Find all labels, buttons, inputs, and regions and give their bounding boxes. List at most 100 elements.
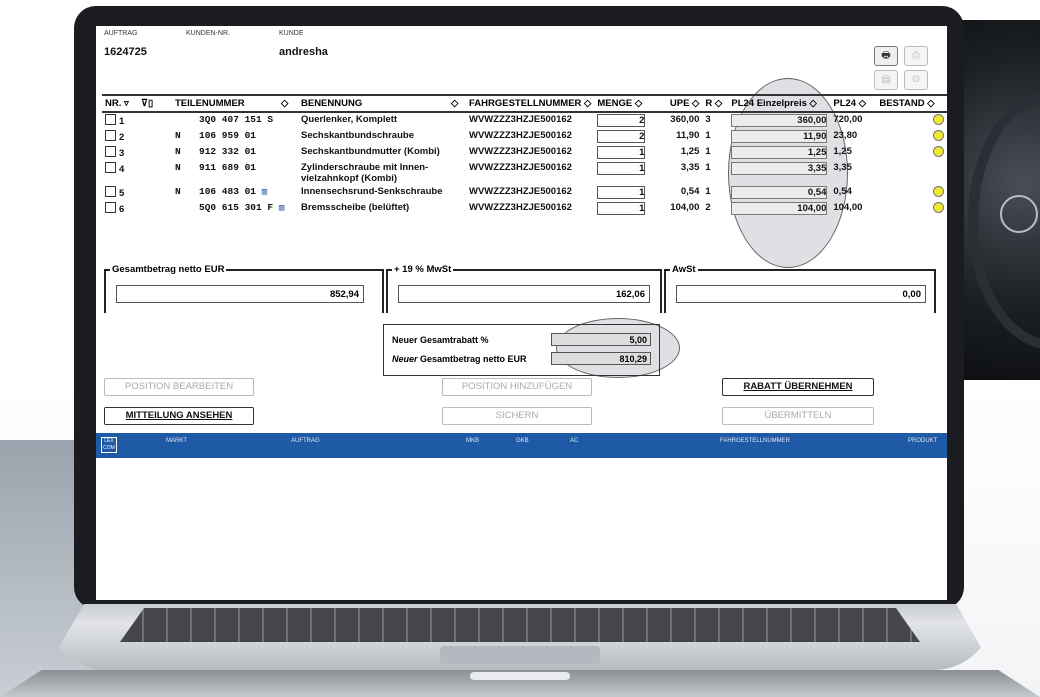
col-bestand[interactable]: BESTAND ◇ [876, 94, 947, 113]
col-pl24-einzelpreis[interactable]: PL24 Einzelpreis ◇ [728, 94, 831, 113]
toggle-icon[interactable]: ⊙ [904, 70, 928, 90]
table-row[interactable]: 2 N 106 959 01 Sechskantbundschraube WVWZZZ… [102, 129, 947, 145]
row-checkbox[interactable] [105, 146, 116, 157]
row-nr[interactable]: 4 [102, 161, 138, 185]
row-checkbox[interactable] [105, 162, 116, 173]
netto-total-field: 852,94 [116, 285, 364, 303]
row-ep-field[interactable]: 360,00 [731, 114, 828, 127]
netto-total-label: Gesamtbetrag netto EUR [110, 264, 227, 275]
col-upe[interactable]: UPE ◇ [648, 94, 703, 113]
mitteilung-ansehen-button[interactable]: MITTEILUNG ANSEHEN [104, 407, 254, 425]
row-pl24-einzelpreis[interactable]: 1,25 [728, 145, 830, 161]
row-pl24: 104,00 [833, 202, 863, 213]
row-menge-field[interactable]: 1 [597, 202, 646, 215]
stock-status-icon [933, 114, 944, 125]
rabatt-uebernehmen-button[interactable]: RABATT ÜBERNEHMEN [722, 378, 874, 396]
row-menge[interactable]: 2 [594, 129, 648, 145]
rabatt-netto-label-text: Gesamtbetrag netto EUR [417, 354, 527, 364]
row-pl24: 1,25 [833, 146, 852, 157]
row-menge[interactable]: 1 [594, 185, 648, 201]
row-ep-field[interactable]: 104,00 [731, 202, 828, 215]
row-nr[interactable]: 1 [102, 112, 138, 129]
sichern-button[interactable]: SICHERN [442, 407, 592, 425]
kunde-value: andresha [279, 46, 328, 58]
table-row[interactable]: 3 N 912 332 01 Sechskantbundmutter (Kombi)… [102, 145, 947, 161]
rabatt-prozent-field[interactable]: 5,00 [551, 333, 651, 346]
row-ep-field[interactable]: 0,54 [731, 186, 828, 199]
row-menge-field[interactable]: 2 [597, 114, 646, 127]
table-row[interactable]: 4 N 911 689 01 Zylinderschraube mit Innen-… [102, 161, 947, 185]
table-row[interactable]: 5 N 106 483 01 ▥ Innensechsrund-Senkschraub… [102, 185, 947, 201]
row-menge-field[interactable]: 1 [597, 162, 646, 175]
document-icon[interactable]: ▥ [262, 187, 267, 197]
row-nr[interactable]: 3 [102, 145, 138, 161]
row-menge[interactable]: 1 [594, 145, 648, 161]
rabatt-panel: Neuer Gesamtrabatt % 5,00 Neuer Gesamtbe… [383, 324, 660, 376]
row-teil-value: 3Q0 407 151 S [199, 114, 274, 125]
row-upe: 1,25 [680, 146, 700, 157]
row-checkbox[interactable] [105, 130, 116, 141]
col-menge[interactable]: MENGE ◇ [594, 94, 649, 113]
row-pl24-einzelpreis[interactable]: 11,90 [728, 129, 830, 145]
print-preview-icon[interactable]: ⎙ [904, 46, 928, 66]
row-ep-field[interactable]: 1,25 [731, 146, 828, 159]
position-bearbeiten-button[interactable]: POSITION BEARBEITEN [104, 378, 254, 396]
row-pl24-einzelpreis[interactable]: 0,54 [728, 185, 830, 201]
col-nr[interactable]: NR. ▿ [102, 94, 138, 113]
col-filter[interactable]: ⊽▯ [138, 94, 172, 113]
row-teilenummer: 5Q0 615 301 F ▥ [172, 201, 298, 217]
row-fahrgestell: WVWZZZ3HZJE500162 [469, 130, 572, 141]
row-pl24-einzelpreis[interactable]: 360,00 [728, 112, 830, 129]
position-hinzufuegen-button[interactable]: POSITION HINZUFÜGEN [442, 378, 592, 396]
row-teil-value: 911 689 01 [199, 162, 257, 173]
row-benennung: Bremsscheibe (belüftet) [298, 201, 466, 217]
col-teilenummer-sort[interactable]: ◇ [278, 94, 298, 113]
row-menge-field[interactable]: 1 [597, 186, 646, 199]
row-menge[interactable]: 1 [594, 161, 648, 185]
row-pl24-einzelpreis[interactable]: 104,00 [728, 201, 830, 217]
col-benennung[interactable]: BENENNUNG [298, 94, 448, 113]
auftrag-value: 1624725 [104, 46, 147, 58]
col-fahrgestell[interactable]: FAHRGESTELLNUMMER ◇ [466, 94, 595, 113]
row-checkbox[interactable] [105, 202, 116, 213]
col-benennung-sort[interactable]: ◇ [448, 94, 466, 113]
bar-produkt: PRODUKT [908, 438, 938, 444]
row-r: 3 [705, 114, 711, 125]
table-row[interactable]: 1 3Q0 407 151 S Querlenker, Komplett WVWZZ… [102, 112, 947, 129]
row-nr[interactable]: 2 [102, 129, 138, 145]
row-bestand [876, 185, 947, 201]
brand-logo-icon [1000, 195, 1038, 233]
col-r[interactable]: R ◇ [702, 94, 729, 113]
uebermitteln-button[interactable]: ÜBERMITTELN [722, 407, 874, 425]
row-benennung-text: Sechskantbundschraube [301, 130, 414, 141]
printer-icon[interactable]: 🖶 [874, 46, 898, 66]
col-pl24[interactable]: PL24 ◇ [830, 94, 877, 113]
row-checkbox[interactable] [105, 186, 116, 197]
document-icon[interactable]: ▥ [279, 203, 284, 213]
row-ep-field[interactable]: 11,90 [731, 130, 828, 143]
row-checkbox[interactable] [105, 114, 116, 125]
row-teil-value: 106 959 01 [199, 130, 257, 141]
parts-table: NR. ▿ ⊽▯ TEILENUMMER ◇ BENENNUNG ◇ FAHRG… [102, 94, 947, 217]
row-menge-field[interactable]: 1 [597, 146, 646, 159]
keyboard-icon[interactable]: ▤ [874, 70, 898, 90]
bar-markt: MARKT [166, 438, 187, 444]
row-nr[interactable]: 5 [102, 185, 138, 201]
bar-mkb: MKB [466, 438, 480, 444]
row-menge[interactable]: 2 [594, 112, 648, 129]
mwst-field: 162,06 [398, 285, 650, 303]
table-row[interactable]: 6 5Q0 615 301 F ▥ Bremsscheibe (belüftet) W… [102, 201, 947, 217]
row-fahrgestell: WVWZZZ3HZJE500162 [469, 146, 572, 157]
row-benennung-text: Bremsscheibe (belüftet) [301, 202, 410, 213]
row-menge-field[interactable]: 2 [597, 130, 646, 143]
col-teilenummer[interactable]: TEILENUMMER [172, 94, 278, 113]
row-menge[interactable]: 1 [594, 201, 648, 217]
row-ep-field[interactable]: 3,35 [731, 162, 828, 175]
row-bestand [876, 112, 947, 129]
row-pl24-einzelpreis[interactable]: 3,35 [728, 161, 830, 185]
kundennr-label: KUNDEN-NR. [186, 30, 230, 37]
row-upe: 104,00 [670, 202, 700, 213]
row-teilenummer: 3Q0 407 151 S [172, 112, 298, 129]
row-bestand [876, 145, 947, 161]
row-nr[interactable]: 6 [102, 201, 138, 217]
